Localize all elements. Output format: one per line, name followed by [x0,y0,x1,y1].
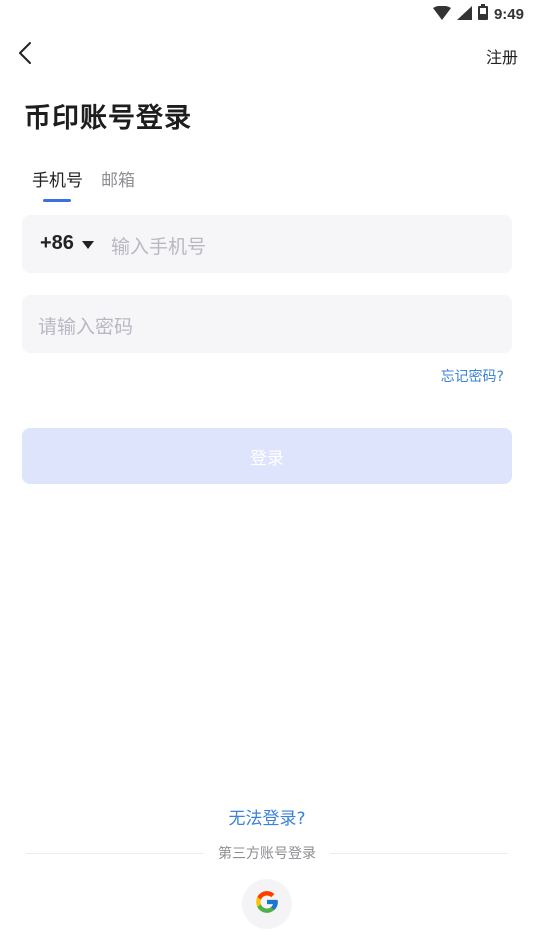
password-input[interactable]: 请输入密码 [38,312,133,339]
third-party-divider: 第三方账号登录 [26,843,508,863]
tab-phone[interactable]: 手机号 [32,166,83,191]
status-icons: 9:49 [432,4,524,24]
register-link[interactable]: 注册 [486,44,518,68]
login-button-label: 登录 [250,448,284,469]
signal-icon [456,5,472,24]
divider-line-right [330,852,508,854]
page-title: 币印账号登录 [24,103,192,134]
chevron-left-icon [18,41,32,69]
google-login-button[interactable] [242,879,292,929]
cannot-login-link[interactable]: 无法登录? [0,804,534,829]
battery-icon [477,4,488,24]
status-time: 9:49 [493,5,524,23]
country-code-value: +86 [40,232,74,254]
google-icon [254,889,280,919]
forgot-password-link[interactable]: 忘记密码? [441,366,504,386]
active-tab-indicator [43,199,71,202]
back-button[interactable] [10,40,40,70]
login-tabs: 手机号 邮箱 [32,166,135,191]
phone-input[interactable]: 输入手机号 [111,232,206,259]
tab-email[interactable]: 邮箱 [101,166,135,191]
login-button[interactable]: 登录 [22,428,512,484]
wifi-icon [432,5,451,24]
triangle-down-icon [81,234,94,253]
third-party-label: 第三方账号登录 [218,846,316,862]
status-bar: 9:49 [0,0,534,28]
country-code-selector[interactable]: +86 [40,232,94,255]
divider-line-left [26,852,204,854]
phone-field[interactable]: +86 输入手机号 [22,215,512,273]
password-field[interactable]: 请输入密码 [22,295,512,353]
